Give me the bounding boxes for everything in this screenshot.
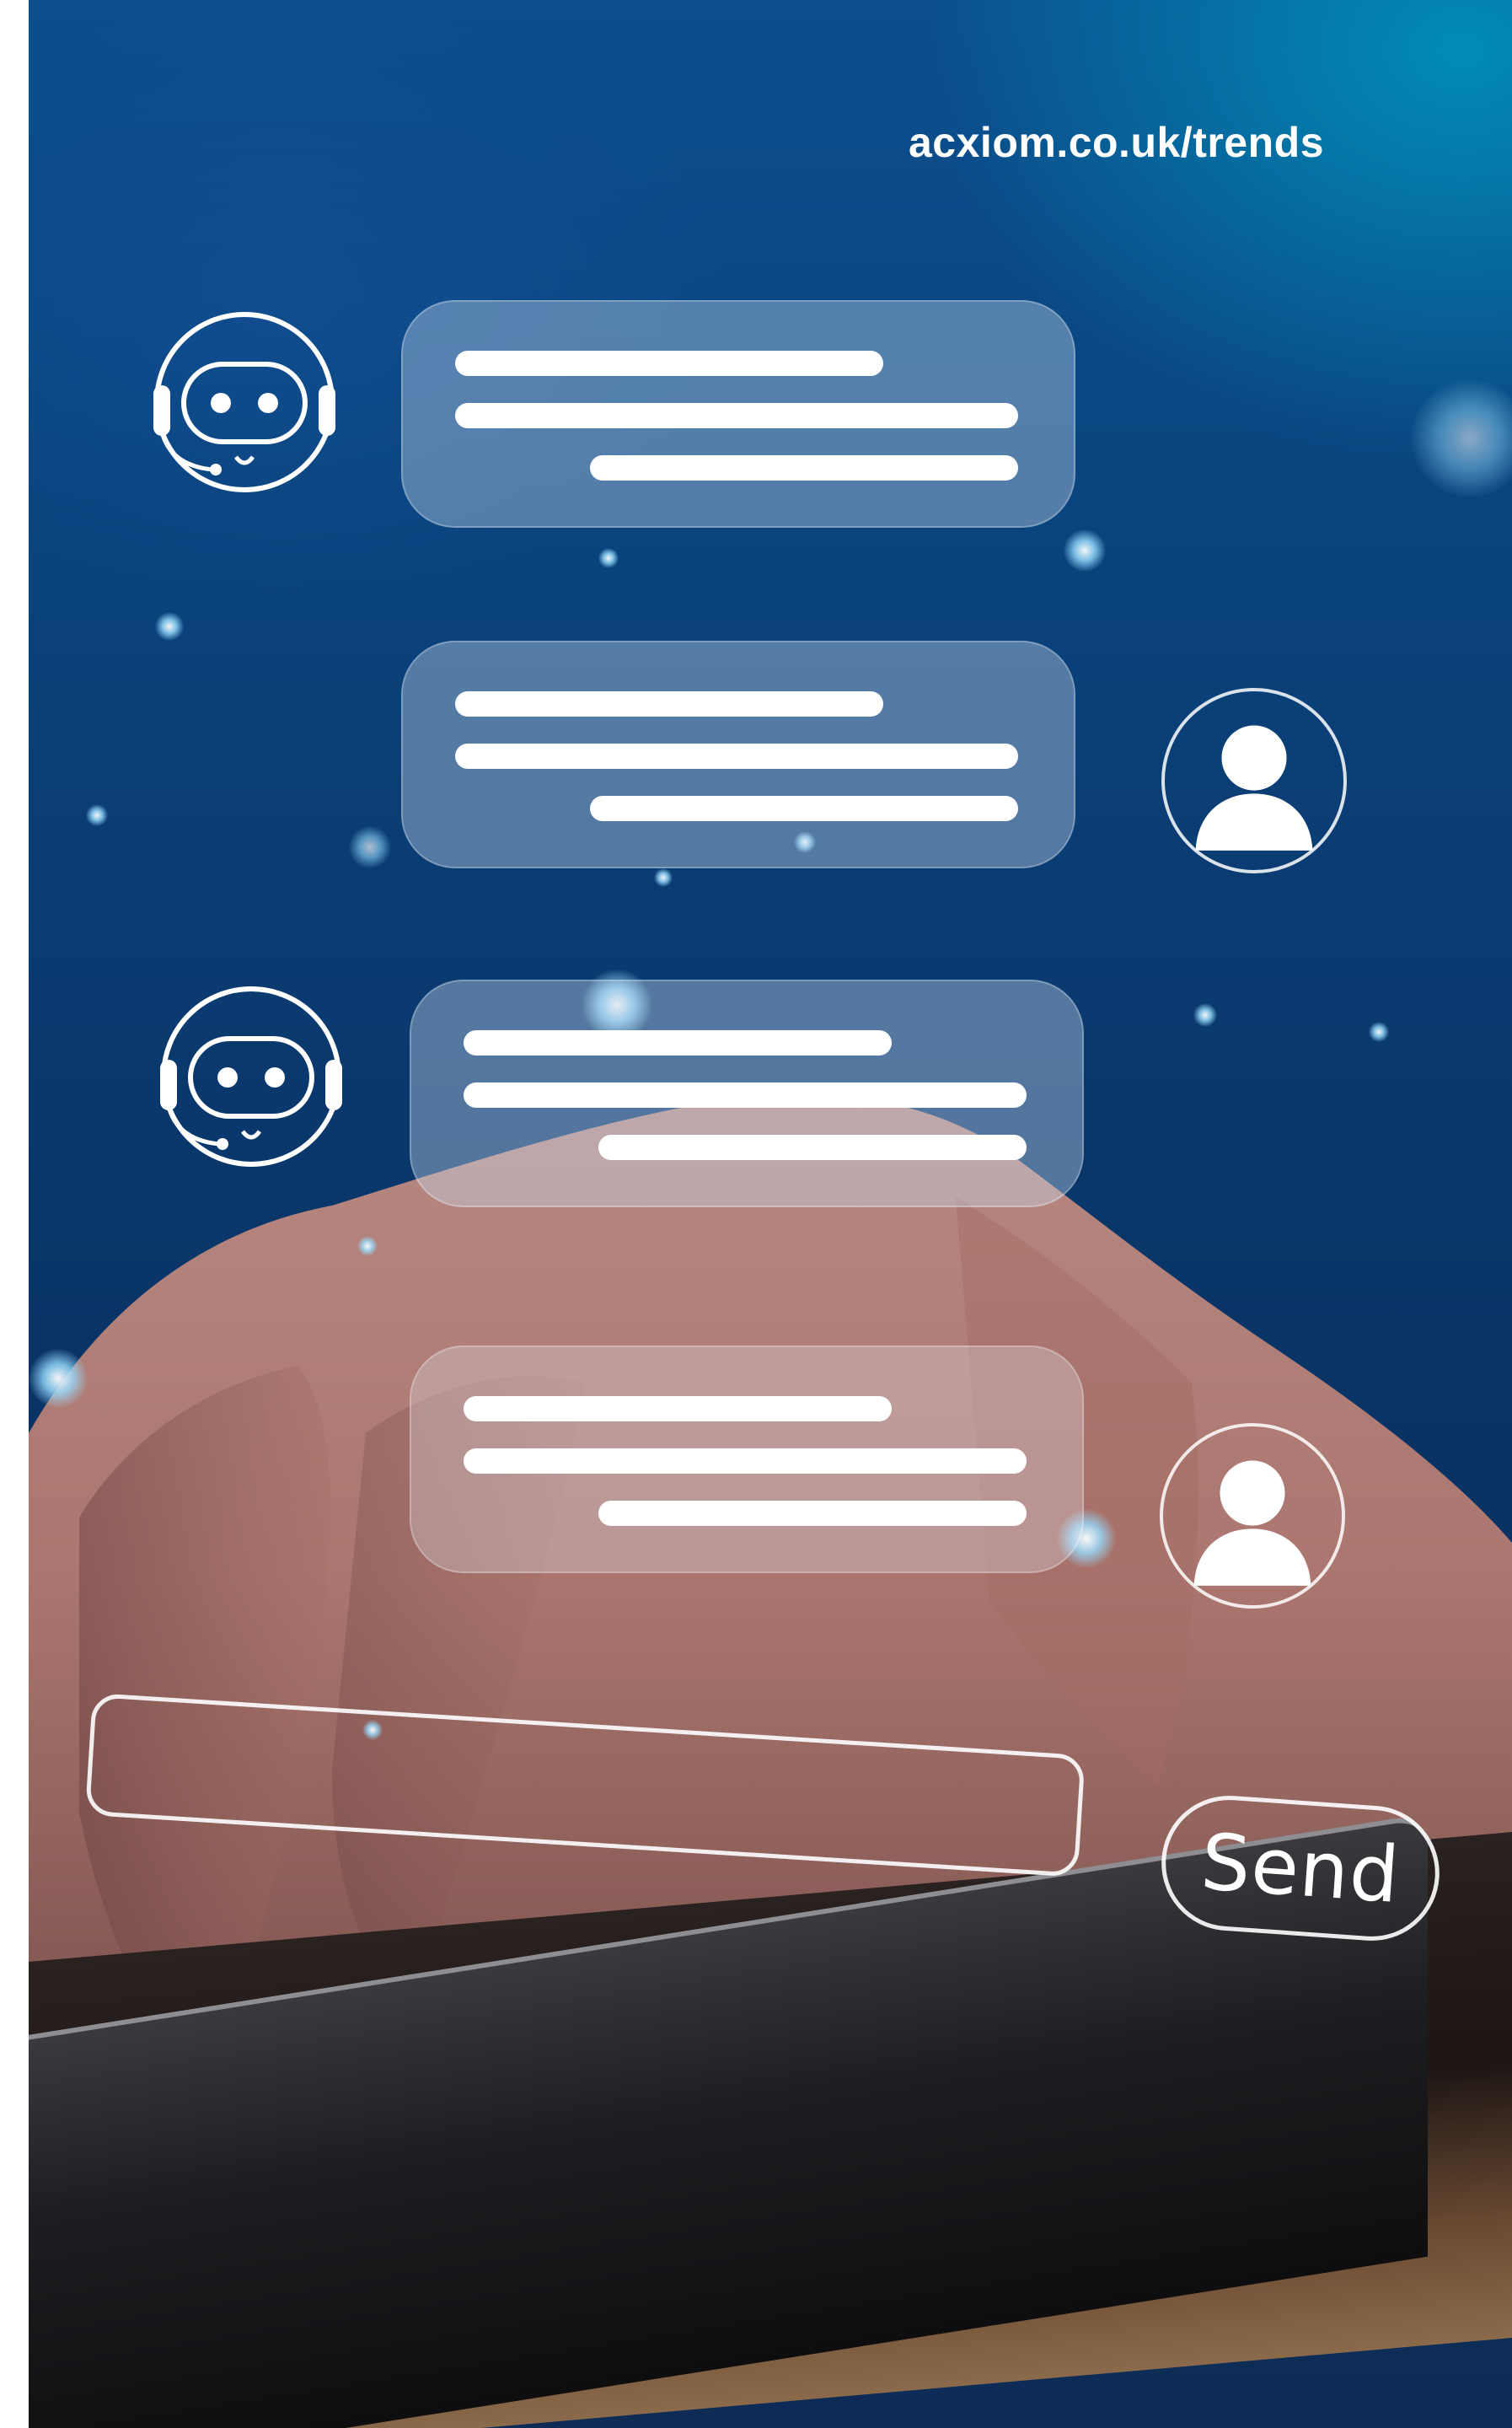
chat-bubble-bot xyxy=(401,300,1075,528)
text-line xyxy=(598,1501,1027,1526)
user-avatar-icon xyxy=(1161,688,1347,873)
user-avatar-icon xyxy=(1160,1423,1345,1609)
text-line xyxy=(455,744,1018,769)
sparkle xyxy=(349,826,391,868)
robot-headset-icon xyxy=(142,980,361,1174)
chat-bubble-user xyxy=(410,1346,1084,1573)
sparkle xyxy=(1193,1003,1217,1027)
send-button-label: Send xyxy=(1198,1816,1403,1920)
text-line xyxy=(464,1448,1027,1474)
text-line xyxy=(590,796,1018,821)
sparkle xyxy=(598,548,619,568)
robot-headset-icon xyxy=(135,305,354,499)
sparkle xyxy=(654,868,673,887)
sparkle xyxy=(29,1349,88,1408)
chat-bubble-user xyxy=(401,641,1075,868)
text-line xyxy=(455,691,883,717)
text-line xyxy=(464,1030,892,1056)
sparkle xyxy=(357,1236,378,1256)
chat-bubble-bot xyxy=(410,980,1084,1207)
sparkle xyxy=(86,804,108,826)
send-button[interactable]: Send xyxy=(1156,1791,1445,1946)
background-photo: acxiom.co.uk/trends Send xyxy=(29,0,1512,2428)
text-line xyxy=(455,403,1018,428)
text-line xyxy=(464,1082,1027,1108)
text-line xyxy=(455,351,883,376)
page: acxiom.co.uk/trends Send xyxy=(0,0,1512,2428)
text-line xyxy=(590,455,1018,481)
text-line xyxy=(598,1135,1027,1160)
sparkle xyxy=(1369,1022,1389,1042)
text-line xyxy=(464,1396,892,1421)
sparkle xyxy=(155,612,184,641)
page-url[interactable]: acxiom.co.uk/trends xyxy=(909,118,1324,167)
sparkle xyxy=(1064,529,1106,572)
